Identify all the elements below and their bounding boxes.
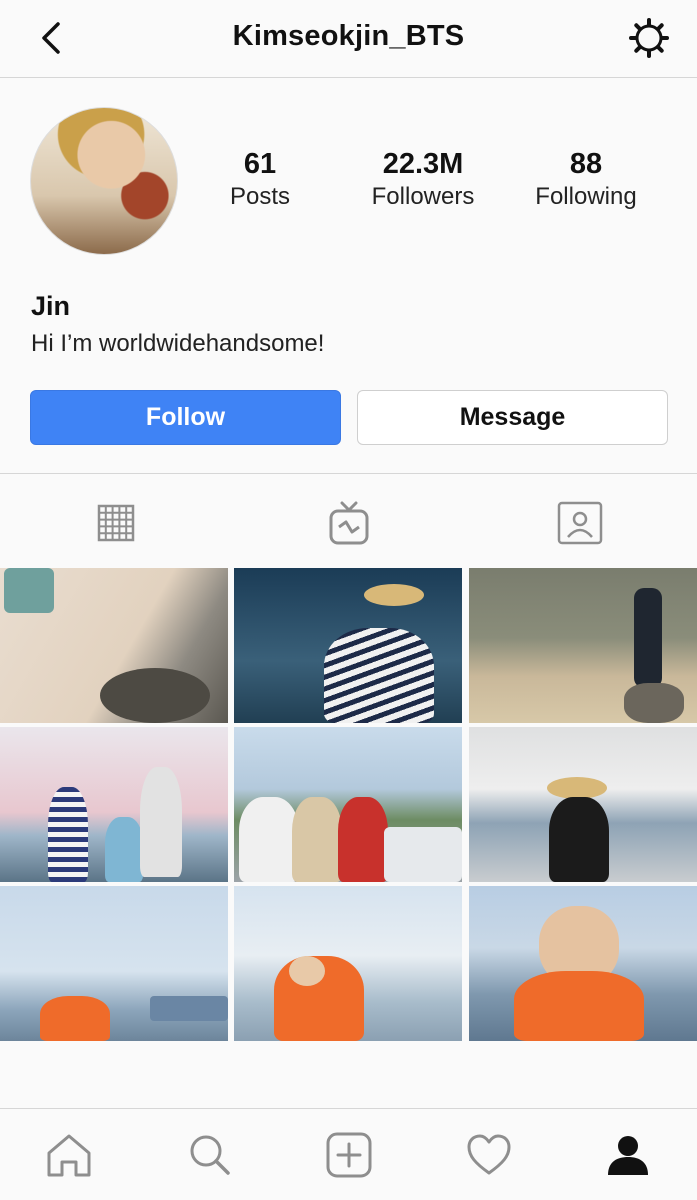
following-count: 88 (569, 148, 603, 180)
tagged-icon[interactable] (556, 499, 604, 547)
profile-tabs (0, 475, 697, 567)
followers-count: 22.3M (382, 148, 464, 180)
igtv-icon[interactable] (325, 499, 373, 547)
posts-count: 61 (243, 148, 277, 180)
following-label: Following (535, 183, 637, 210)
avatar[interactable] (30, 107, 178, 255)
add-post-icon[interactable] (325, 1131, 373, 1179)
message-button[interactable]: Message (357, 390, 668, 445)
post-thumbnail[interactable] (469, 886, 697, 1041)
username-title: Kimseokjin_BTS (232, 20, 465, 52)
posts-label: Posts (229, 183, 291, 210)
post-thumbnail[interactable] (469, 568, 697, 723)
profile-section: 61 Posts 22.3M Followers 88 Following Ji… (0, 79, 697, 474)
top-bar: Kimseokjin_BTS (0, 0, 697, 78)
profile-icon[interactable] (604, 1131, 652, 1179)
post-thumbnail[interactable] (234, 727, 462, 882)
post-thumbnail[interactable] (0, 727, 228, 882)
post-thumbnail[interactable] (234, 568, 462, 723)
profile-name: Jin (31, 291, 71, 321)
post-thumbnail[interactable] (234, 886, 462, 1041)
followers-stat[interactable]: 22.3M Followers (343, 147, 503, 213)
search-icon[interactable] (186, 1131, 234, 1179)
post-thumbnail[interactable] (469, 727, 697, 882)
post-thumbnail[interactable] (0, 568, 228, 723)
post-thumbnail[interactable] (0, 886, 228, 1041)
profile-bio: Hi I’m worldwidehandsome! (31, 330, 325, 357)
follow-button[interactable]: Follow (30, 390, 341, 445)
grid-icon[interactable] (92, 499, 140, 547)
posts-grid (0, 568, 697, 1108)
bottom-nav (0, 1108, 697, 1200)
followers-label: Followers (371, 183, 475, 210)
heart-icon[interactable] (465, 1131, 513, 1179)
following-stat[interactable]: 88 Following (506, 147, 666, 213)
posts-stat[interactable]: 61 Posts (180, 147, 340, 213)
home-icon[interactable] (45, 1131, 93, 1179)
profile-stats: 61 Posts 22.3M Followers 88 Following (190, 147, 697, 217)
gear-icon[interactable] (627, 16, 671, 60)
